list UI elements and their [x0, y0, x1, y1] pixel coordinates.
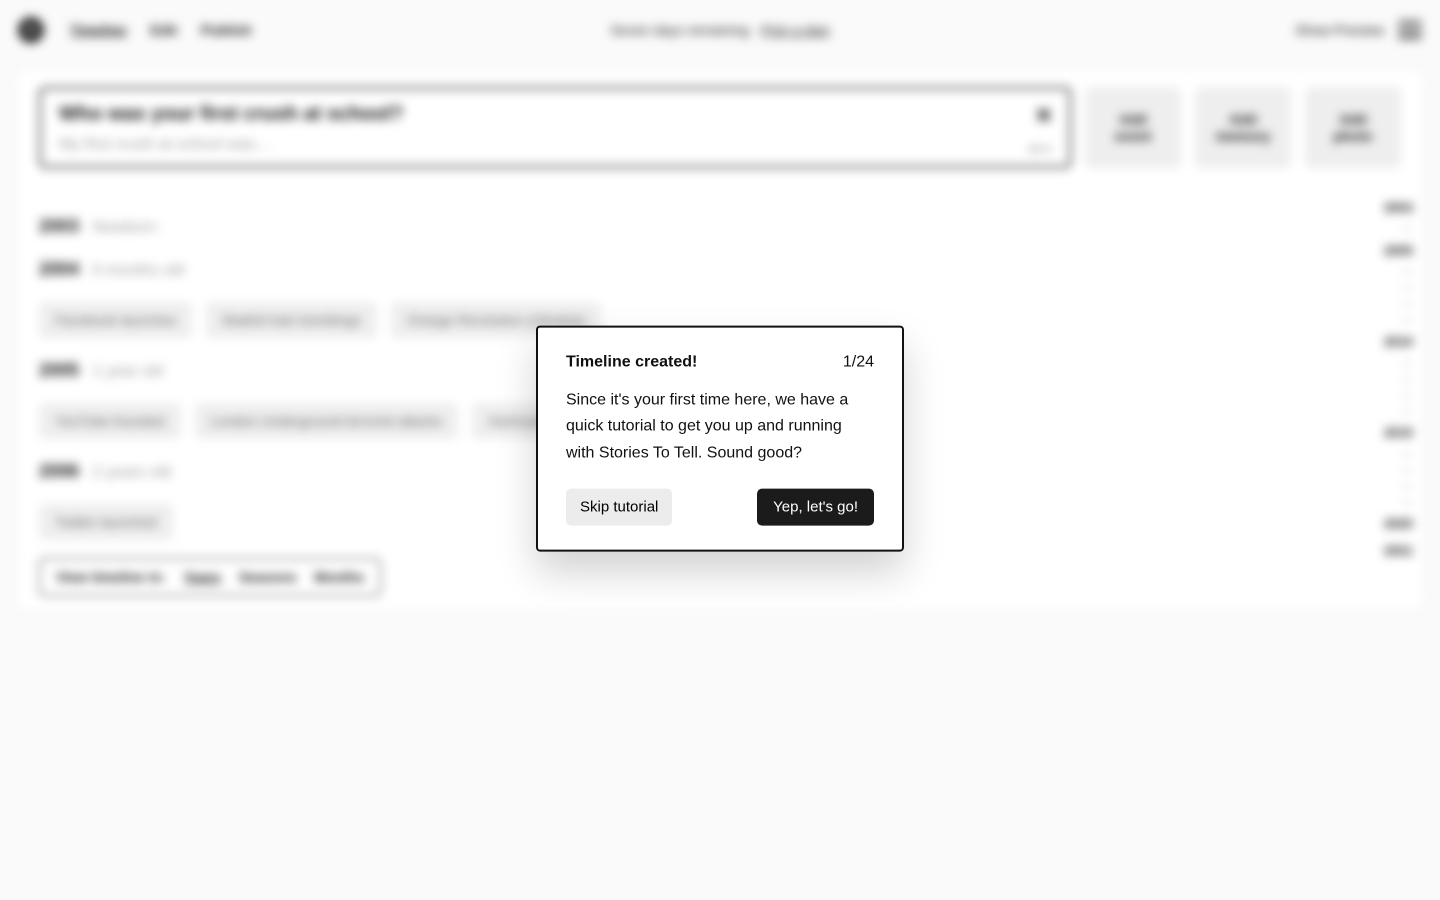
- rail-dot[interactable]: [1405, 409, 1413, 413]
- rail-year-2015[interactable]: 2015: [1384, 425, 1413, 440]
- modal-body-text: Since it's your first time here, we have…: [566, 388, 874, 467]
- year-heading: 2004: [39, 259, 79, 280]
- view-toggle-label: View timeline in:: [56, 569, 165, 585]
- rail-year-2021[interactable]: 2021: [1384, 543, 1413, 558]
- rail-dot[interactable]: [1405, 484, 1413, 488]
- writing-prompt-card[interactable]: Who was your first crush at school? My f…: [39, 87, 1071, 168]
- rail-dot[interactable]: [1405, 227, 1413, 231]
- nav-timeline[interactable]: Timeline: [70, 22, 127, 38]
- modal-step-counter: 1/24: [843, 354, 874, 372]
- prompt-placeholder: My first crush at school was…: [59, 136, 1051, 154]
- year-heading: 2006: [39, 461, 79, 482]
- nav-publish[interactable]: Publish: [201, 22, 252, 38]
- rail-year-2003[interactable]: 2003: [1384, 200, 1413, 215]
- view-opt-seasons[interactable]: Seasons: [239, 569, 297, 585]
- world-event-chip[interactable]: London Underground terrorist attacks: [195, 403, 459, 439]
- age-sub: · 2 years old: [83, 464, 171, 481]
- rail-dot[interactable]: [1405, 270, 1413, 274]
- rail-dot[interactable]: [1405, 468, 1413, 472]
- year-heading: 2005: [39, 360, 79, 381]
- year-heading: 2003: [39, 216, 79, 237]
- world-event-chip[interactable]: Madrid train bombings: [206, 302, 377, 338]
- rail-year-2020[interactable]: 2020: [1384, 516, 1413, 531]
- add-event-button[interactable]: Addevent: [1085, 87, 1181, 168]
- rail-dot[interactable]: [1405, 361, 1413, 365]
- age-sub: · 1 year old: [83, 363, 163, 380]
- view-opt-years[interactable]: Years: [183, 569, 220, 585]
- rail-dot[interactable]: [1405, 377, 1413, 381]
- prompt-question: Who was your first crush at school?: [59, 103, 1051, 126]
- start-tutorial-button[interactable]: Yep, let's go!: [757, 489, 874, 526]
- hamburger-icon[interactable]: [1398, 21, 1422, 39]
- trial-banner: Seven days remaining · Pick a plan: [610, 22, 829, 38]
- rail-year-2005[interactable]: 2005: [1384, 243, 1413, 258]
- nav-links: Timeline Edit Publish: [70, 22, 252, 38]
- skip-tutorial-button[interactable]: Skip tutorial: [566, 489, 672, 526]
- add-photo-button[interactable]: Addphoto: [1305, 87, 1401, 168]
- view-toggle: View timeline in: Years Seasons Months: [39, 558, 381, 596]
- rail-dot[interactable]: [1405, 286, 1413, 290]
- add-memory-button[interactable]: Addmemory: [1195, 87, 1291, 168]
- rail-dot[interactable]: [1405, 318, 1413, 322]
- view-opt-months[interactable]: Months: [314, 569, 364, 585]
- rail-dot[interactable]: [1405, 393, 1413, 397]
- nav-edit[interactable]: Edit: [151, 22, 177, 38]
- rail-dot[interactable]: [1405, 302, 1413, 306]
- trial-text: Seven days remaining ·: [610, 22, 761, 38]
- rail-dot[interactable]: [1405, 500, 1413, 504]
- rail-year-2010[interactable]: 2010: [1384, 334, 1413, 349]
- modal-title: Timeline created!: [566, 354, 697, 372]
- world-event-chip[interactable]: YouTube founded: [39, 403, 181, 439]
- show-preview-link[interactable]: Show Preview: [1295, 22, 1384, 38]
- age-sub: · 6 months old: [83, 262, 184, 279]
- world-event-chip[interactable]: Facebook launches: [39, 302, 192, 338]
- age-sub: · Newborn: [83, 219, 157, 236]
- pick-plan-link[interactable]: Pick a plan: [761, 22, 829, 38]
- app-logo[interactable]: [18, 17, 44, 43]
- year-rail[interactable]: 2003 2005 2010 2015 2020 2021: [1384, 200, 1413, 600]
- world-event-chip[interactable]: Twitter launched: [39, 504, 173, 540]
- shuffle-icon[interactable]: ✕: [1035, 103, 1053, 129]
- prompt-filter-dropdown[interactable]: All ▾: [1028, 142, 1051, 156]
- tutorial-modal: Timeline created! 1/24 Since it's your f…: [536, 326, 904, 552]
- rail-dot[interactable]: [1405, 452, 1413, 456]
